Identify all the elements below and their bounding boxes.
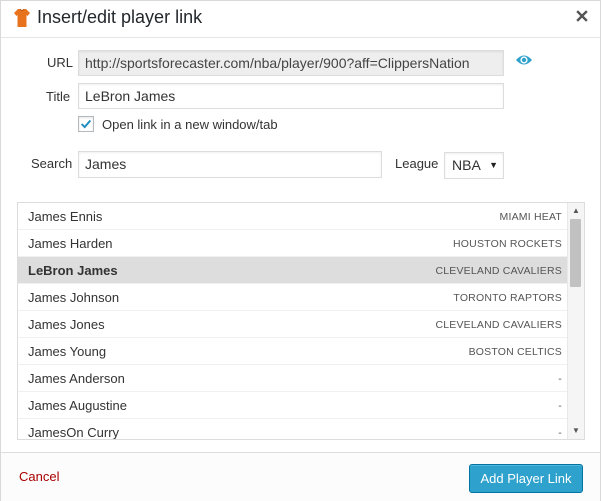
insert-player-link-dialog: Insert/edit player link URL http://sport… — [0, 0, 601, 501]
player-team: BOSTON CELTICS — [468, 346, 562, 358]
league-select-value: NBA — [452, 157, 481, 173]
player-team: - — [558, 373, 562, 385]
player-team: TORONTO RAPTORS — [453, 292, 562, 304]
title-label: Title — [46, 89, 71, 104]
result-row[interactable]: JamesOn Curry - — [18, 419, 568, 440]
dialog-title: Insert/edit player link — [37, 7, 203, 27]
search-label: Search — [31, 156, 73, 171]
new-window-checkbox[interactable] — [78, 116, 94, 132]
checkmark-icon — [80, 119, 92, 129]
league-select[interactable]: NBA ▼ — [444, 152, 504, 179]
dialog-header: Insert/edit player link — [1, 1, 600, 38]
result-row[interactable]: James Anderson - — [18, 365, 568, 392]
add-player-link-button[interactable]: Add Player Link — [469, 464, 583, 493]
search-input[interactable]: James — [78, 151, 382, 178]
player-name: James Johnson — [28, 290, 120, 305]
new-window-label: Open link in a new window/tab — [102, 117, 278, 132]
league-label: League — [395, 156, 439, 171]
eye-icon[interactable] — [515, 53, 533, 67]
result-row-selected[interactable]: LeBron James CLEVELAND CAVALIERS — [18, 257, 568, 284]
player-team: - — [558, 427, 562, 439]
player-name: LeBron James — [28, 263, 118, 278]
player-team: - — [558, 400, 562, 412]
result-row[interactable]: James Young BOSTON CELTICS — [18, 338, 568, 365]
player-name: James Ennis — [28, 209, 103, 224]
player-team: CLEVELAND CAVALIERS — [435, 319, 562, 331]
result-row[interactable]: James Johnson TORONTO RAPTORS — [18, 284, 568, 311]
player-name: James Augustine — [28, 398, 128, 413]
result-row[interactable]: James Ennis MIAMI HEAT — [18, 203, 568, 230]
title-field[interactable]: LeBron James — [78, 83, 504, 109]
dialog-footer: Cancel Add Player Link — [1, 452, 600, 501]
url-label: URL — [47, 55, 74, 70]
results-scrollbar[interactable]: ▲ ▼ — [567, 203, 584, 439]
url-field[interactable]: http://sportsforecaster.com/nba/player/9… — [78, 50, 504, 76]
player-name: JamesOn Curry — [28, 425, 120, 440]
scrollbar-thumb[interactable] — [570, 219, 581, 287]
cancel-link[interactable]: Cancel — [19, 469, 59, 484]
player-name: James Jones — [28, 317, 105, 332]
player-name: James Anderson — [28, 371, 125, 386]
scroll-up-arrow-icon[interactable]: ▲ — [568, 204, 584, 218]
close-icon[interactable] — [574, 8, 590, 24]
result-row[interactable]: James Harden HOUSTON ROCKETS — [18, 230, 568, 257]
dropdown-arrow-icon: ▼ — [489, 160, 498, 170]
player-team: CLEVELAND CAVALIERS — [435, 265, 562, 277]
player-name: James Harden — [28, 236, 113, 251]
results-rows: James Ennis MIAMI HEAT James Harden HOUS… — [18, 203, 568, 440]
player-team: MIAMI HEAT — [499, 211, 562, 223]
player-results-list: James Ennis MIAMI HEAT James Harden HOUS… — [17, 202, 585, 440]
result-row[interactable]: James Jones CLEVELAND CAVALIERS — [18, 311, 568, 338]
result-row[interactable]: James Augustine - — [18, 392, 568, 419]
player-team: HOUSTON ROCKETS — [453, 238, 562, 250]
scroll-down-arrow-icon[interactable]: ▼ — [568, 424, 584, 438]
jersey-icon — [14, 9, 30, 27]
player-name: James Young — [28, 344, 107, 359]
